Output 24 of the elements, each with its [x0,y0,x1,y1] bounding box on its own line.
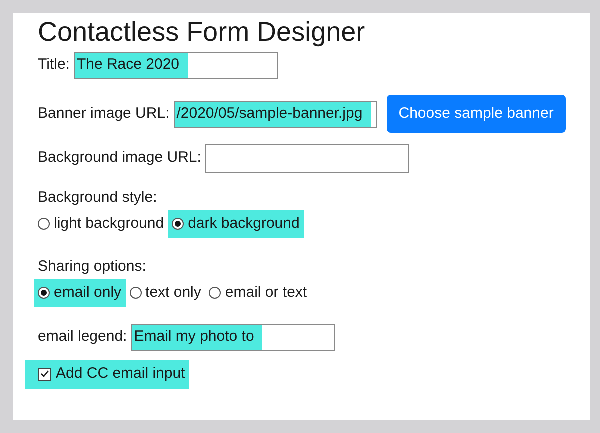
text-field[interactable]: Email my photo to [131,324,336,351]
page-heading: Contactless Form Designer [38,16,366,49]
radio-icon [38,286,50,299]
radio-icon [172,218,184,230]
group-label: Background style: [38,188,158,208]
radio-icon [130,286,142,299]
checkbox-icon [38,368,51,381]
text-field[interactable] [205,144,410,173]
field-label: Title: [38,55,70,76]
radio-icon [38,218,50,230]
radio-option[interactable]: dark background [168,210,304,238]
field-label: Banner image URL: [38,104,170,124]
radio-option[interactable]: light background [34,210,168,238]
radio-option[interactable]: email only [34,278,126,307]
cc-checkbox[interactable]: Add CC email input [25,360,190,388]
field-label: email legend: [38,327,128,348]
radio-option[interactable]: text only [126,278,206,307]
text-field[interactable]: The Race 2020 [74,52,278,79]
radio-option[interactable]: email or text [205,278,312,307]
text-field[interactable]: /2020/05/sample-banner.jpg [174,100,377,128]
choose-banner-button[interactable]: Choose sample banner [386,95,566,133]
radio-icon [209,286,222,299]
group-label: Sharing options: [38,257,146,277]
field-label: Background image URL: [38,148,202,168]
